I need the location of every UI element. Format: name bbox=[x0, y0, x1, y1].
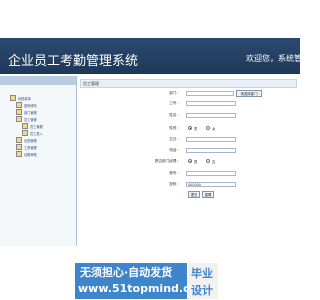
submit-button[interactable]: 提交 bbox=[188, 191, 200, 198]
manager-no-radio[interactable] bbox=[206, 159, 210, 163]
sidebar-item-label: 系统菜单 bbox=[18, 96, 31, 101]
folder-icon bbox=[16, 144, 22, 150]
sidebar-item-employee[interactable]: 员工管理 bbox=[16, 116, 37, 122]
gender-female-label: 女 bbox=[212, 127, 216, 131]
document-icon bbox=[22, 123, 28, 129]
sidebar-item-label: 工资管理 bbox=[24, 145, 37, 150]
manager-yes-radio[interactable] bbox=[188, 159, 192, 163]
sidebar-item-label: 部门管理 bbox=[24, 110, 37, 115]
folder-icon bbox=[16, 102, 22, 108]
name-label: 姓名： bbox=[169, 113, 180, 117]
ad-badge-line1: 毕业 bbox=[191, 267, 213, 280]
gender-label: 性别： bbox=[169, 126, 180, 130]
ad-badge-line2: 设计 bbox=[191, 284, 213, 297]
sidebar-item-employee-add[interactable]: 员工录入 bbox=[22, 130, 43, 136]
gender-female-radio[interactable] bbox=[206, 126, 210, 130]
name-input[interactable] bbox=[186, 113, 236, 118]
select-department-button[interactable]: 请选择部门 bbox=[236, 90, 262, 97]
password-input[interactable]: 000000 bbox=[186, 182, 236, 187]
folder-icon bbox=[16, 137, 22, 143]
gender-male-radio[interactable] bbox=[188, 126, 192, 130]
sidebar-item-label: 员工录入 bbox=[30, 131, 43, 136]
account-input[interactable] bbox=[186, 171, 236, 176]
reset-button[interactable]: 重置 bbox=[202, 191, 214, 198]
sidebar-item-employee-manage[interactable]: 员工管理 bbox=[22, 123, 43, 129]
sidebar-item-leave[interactable]: 请假审核 bbox=[16, 151, 37, 157]
sidebar-header bbox=[0, 76, 76, 85]
birthday-input[interactable] bbox=[186, 137, 236, 142]
sidebar-item-label: 出勤管理 bbox=[24, 138, 37, 143]
welcome-text: 欢迎您，系统管理员 bbox=[246, 54, 318, 63]
folder-icon bbox=[16, 151, 22, 157]
employee-id-label: 工号： bbox=[169, 101, 180, 105]
account-label: 账号： bbox=[169, 171, 180, 175]
manager-yes-label: 是 bbox=[194, 160, 198, 164]
sidebar bbox=[0, 76, 77, 246]
sidebar-item-root[interactable]: 系统菜单 bbox=[10, 95, 31, 101]
folder-open-icon bbox=[16, 116, 22, 122]
breadcrumb: 员工管理 bbox=[80, 79, 297, 88]
birthday-label: 生日： bbox=[169, 137, 180, 141]
is-manager-label: 是否部门经理： bbox=[154, 159, 180, 163]
sidebar-item-label: 请假审核 bbox=[24, 152, 37, 157]
folder-icon bbox=[10, 95, 16, 101]
employee-id-input[interactable] bbox=[186, 101, 236, 106]
manager-no-label: 否 bbox=[212, 160, 216, 164]
phone-input[interactable] bbox=[186, 148, 236, 153]
app-title: 企业员工考勤管理系统 bbox=[8, 54, 139, 69]
password-label: 密码： bbox=[169, 182, 180, 186]
breadcrumb-label: 员工管理 bbox=[83, 81, 99, 86]
folder-icon bbox=[16, 109, 22, 115]
sidebar-item-label: 密码修改 bbox=[24, 103, 37, 108]
ad-slogan: 无须担心·自动发货 bbox=[80, 266, 173, 279]
department-field[interactable] bbox=[186, 91, 234, 96]
sidebar-item-salary[interactable]: 工资管理 bbox=[16, 144, 37, 150]
document-icon bbox=[22, 130, 28, 136]
sidebar-item-department[interactable]: 部门管理 bbox=[16, 109, 37, 115]
sidebar-item-label: 员工管理 bbox=[30, 124, 43, 129]
gender-male-label: 男 bbox=[194, 127, 198, 131]
sidebar-item-attendance[interactable]: 出勤管理 bbox=[16, 137, 37, 143]
sidebar-item-password[interactable]: 密码修改 bbox=[16, 102, 37, 108]
department-label: 部门： bbox=[169, 91, 180, 95]
sidebar-item-label: 员工管理 bbox=[24, 117, 37, 122]
phone-label: 电话： bbox=[169, 148, 180, 152]
